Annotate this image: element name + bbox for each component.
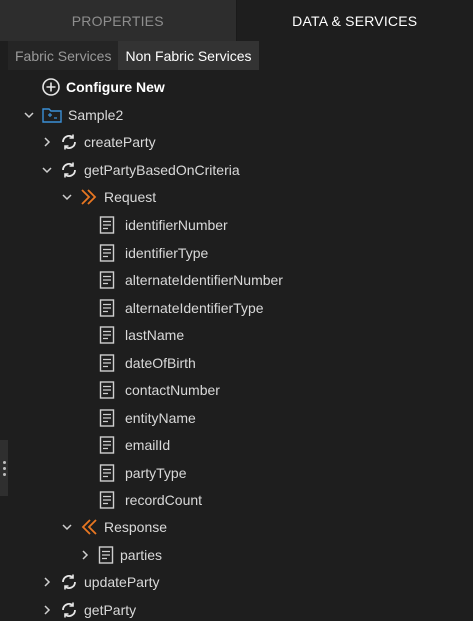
request-arrow-icon	[80, 188, 98, 206]
field-label: entityName	[125, 409, 196, 426]
field-label: alternateIdentifierType	[125, 299, 264, 316]
tree-item-request-field[interactable]: emailId	[99, 432, 170, 458]
tree-item-response[interactable]: Response	[60, 514, 167, 540]
tree-item-request-field[interactable]: identifierNumber	[99, 212, 228, 238]
tree-item-get-party[interactable]: getParty	[40, 597, 136, 621]
tree-item-request-field[interactable]: lastName	[99, 322, 184, 348]
field-label: dateOfBirth	[125, 354, 196, 371]
response-arrow-icon	[80, 518, 98, 536]
field-document-icon	[99, 271, 115, 289]
field-document-icon	[99, 216, 115, 234]
field-document-icon	[99, 408, 115, 427]
field-label: recordCount	[125, 492, 203, 508]
tab-properties[interactable]: PROPERTIES	[0, 0, 237, 41]
tree-item-create-party[interactable]: createParty	[40, 129, 156, 155]
operation-label: getPartyBasedOnCriteria	[84, 162, 240, 178]
chevron-right-icon[interactable]	[40, 603, 54, 617]
grip-dot	[2, 472, 6, 476]
field-label: partyType	[125, 464, 187, 481]
operation-sync-icon	[60, 133, 78, 151]
operation-sync-icon	[60, 161, 78, 179]
service-folder-icon	[42, 106, 62, 124]
chevron-down-icon[interactable]	[60, 190, 74, 204]
field-label: parties	[120, 547, 163, 563]
field-document-icon	[99, 243, 115, 262]
field-document-icon	[99, 463, 115, 482]
tree-item-request-field[interactable]: identifierType	[99, 240, 208, 266]
tree-root-sample2[interactable]: Sample2	[22, 102, 123, 128]
grip-dot	[2, 460, 6, 464]
tree-item-get-party-based-on-criteria[interactable]: getPartyBasedOnCriteria	[40, 157, 240, 183]
field-label: contactNumber	[125, 382, 220, 398]
chevron-right-icon[interactable]	[40, 575, 54, 589]
tree-item-parties[interactable]: parties	[78, 542, 162, 568]
chevron-down-icon[interactable]	[60, 520, 74, 534]
field-label: identifierNumber	[125, 217, 228, 233]
chevron-right-icon[interactable]	[40, 135, 54, 149]
field-label: lastName	[125, 327, 185, 343]
tree-item-request-field[interactable]: alternateIdentifierType	[99, 295, 264, 321]
tree-item-request-field[interactable]: partyType	[99, 460, 186, 486]
top-tabs: PROPERTIES DATA & SERVICES	[0, 0, 473, 41]
operation-sync-icon	[60, 573, 78, 591]
request-label: Request	[104, 189, 157, 205]
field-document-icon	[99, 381, 115, 399]
field-label: identifierType	[125, 244, 209, 261]
tree-item-request-field[interactable]: dateOfBirth	[99, 350, 196, 376]
tree-item-update-party[interactable]: updateParty	[40, 569, 160, 595]
tree-root-label: Sample2	[68, 107, 124, 123]
field-document-icon	[99, 436, 115, 454]
configure-new-label: Configure New	[66, 79, 165, 95]
tab-non-fabric-services[interactable]: Non Fabric Services	[118, 41, 259, 70]
tab-fabric-services[interactable]: Fabric Services	[8, 41, 119, 70]
chevron-right-icon[interactable]	[78, 548, 92, 562]
field-document-icon	[98, 546, 114, 564]
operation-label: getParty	[84, 602, 137, 618]
sub-tabs: Fabric Services Non Fabric Services	[8, 41, 259, 70]
chevron-down-icon[interactable]	[40, 163, 54, 177]
tree-item-request-field[interactable]: entityName	[99, 405, 196, 431]
response-label: Response	[104, 519, 168, 535]
field-label: alternateIdentifierNumber	[125, 272, 283, 288]
add-circle-icon	[42, 78, 60, 96]
grip-dot	[2, 466, 6, 470]
field-label: emailId	[125, 437, 171, 453]
configure-new-button[interactable]: Configure New	[42, 74, 165, 100]
tab-data-services[interactable]: DATA & SERVICES	[236, 0, 473, 41]
tree-item-request-field[interactable]: alternateIdentifierNumber	[99, 267, 283, 293]
operation-label: createParty	[84, 134, 156, 150]
chevron-down-icon[interactable]	[22, 108, 36, 122]
operation-sync-icon	[60, 601, 78, 619]
operation-label: updateParty	[84, 574, 160, 590]
tree-item-request-field[interactable]: contactNumber	[99, 377, 220, 403]
field-document-icon	[99, 353, 115, 372]
field-document-icon	[99, 298, 115, 317]
field-document-icon	[99, 491, 115, 509]
tree-item-request[interactable]: Request	[60, 184, 156, 210]
panel-resize-handle[interactable]	[0, 440, 8, 496]
field-document-icon	[99, 326, 115, 344]
tree-item-request-field[interactable]: recordCount	[99, 487, 202, 513]
